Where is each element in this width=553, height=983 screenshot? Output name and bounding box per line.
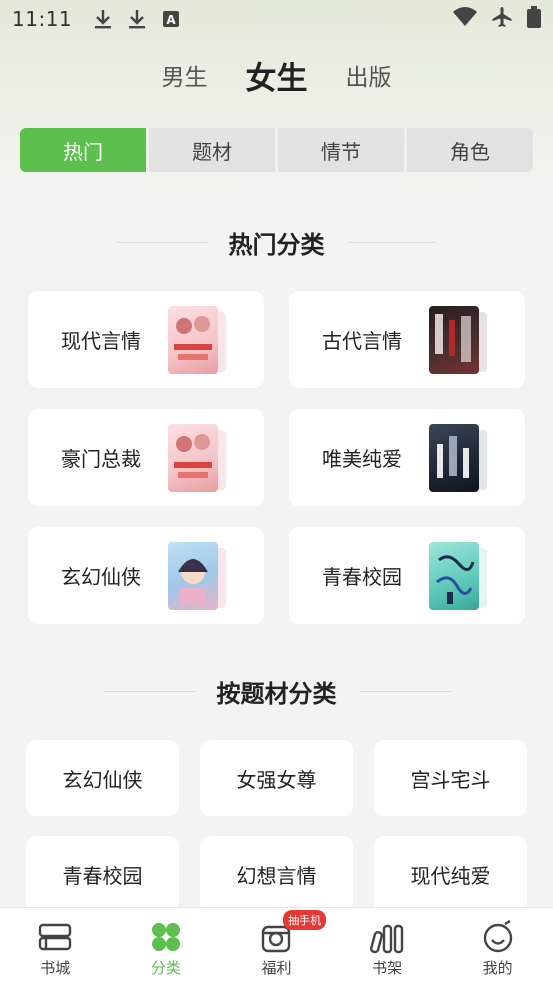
nav-bookstore[interactable]: 书城 — [0, 908, 111, 983]
hot-category-card[interactable]: 现代言情 — [28, 291, 264, 388]
nav-category-label: 分类 — [150, 959, 181, 977]
svg-text:A: A — [166, 13, 176, 27]
hot-category-label: 豪门总裁 — [61, 447, 141, 471]
status-time: 11:11 — [12, 7, 73, 31]
hot-category-label: 现代言情 — [61, 329, 141, 353]
tab-role[interactable]: 角色 — [407, 128, 533, 172]
hot-category-label: 唯美纯爱 — [322, 447, 402, 471]
nav-gift-label: 福利 — [261, 959, 292, 977]
hot-section-title: 热门分类 — [0, 222, 553, 262]
hot-category-card[interactable]: 玄幻仙侠 — [28, 527, 264, 624]
divider — [346, 241, 437, 243]
divider — [102, 690, 195, 692]
gender-tabs: 男生 女生 出版 — [0, 50, 553, 100]
tab-hot[interactable]: 热门 — [20, 128, 146, 172]
book-cover — [429, 306, 491, 374]
font-a-icon: A — [158, 6, 184, 32]
nav-bookshelf[interactable]: 书架 — [332, 908, 443, 983]
hot-section-title-text: 热门分类 — [228, 230, 325, 259]
book-cover — [168, 424, 230, 492]
book-cover — [429, 542, 491, 610]
nav-profile[interactable]: 我的 — [442, 908, 553, 983]
book-cover — [168, 306, 230, 374]
battery-icon — [527, 5, 541, 33]
nav-category[interactable]: 分类 — [111, 908, 222, 983]
topic-category-card[interactable]: 宫斗宅斗 — [374, 740, 527, 816]
download-icon — [124, 6, 150, 32]
wifi-icon — [453, 6, 477, 32]
book-cover — [429, 424, 491, 492]
sub-tabs: 热门 题材 情节 角色 — [20, 128, 533, 172]
hot-category-card[interactable]: 唯美纯爱 — [289, 409, 525, 506]
tab-male[interactable]: 男生 — [162, 58, 208, 92]
bottom-nav: 书城 分类 抽手机 福利 书架 我的 — [0, 907, 553, 983]
hot-category-card[interactable]: 青春校园 — [289, 527, 525, 624]
hot-category-label: 青春校园 — [322, 565, 402, 589]
hot-category-card[interactable]: 豪门总裁 — [28, 409, 264, 506]
topic-category-card[interactable]: 青春校园 — [26, 836, 179, 912]
hot-category-card[interactable]: 古代言情 — [289, 291, 525, 388]
hot-category-label: 玄幻仙侠 — [61, 565, 141, 589]
topic-section-title-text: 按题材分类 — [216, 679, 337, 708]
hot-category-label: 古代言情 — [322, 329, 402, 353]
divider — [358, 690, 451, 692]
airplane-icon — [491, 6, 513, 33]
tab-publish[interactable]: 出版 — [346, 58, 392, 92]
promo-badge: 抽手机 — [283, 910, 327, 930]
topic-category-card[interactable]: 幻想言情 — [200, 836, 353, 912]
profile-icon — [483, 920, 512, 953]
category-icon — [151, 923, 180, 951]
topic-category-card[interactable]: 玄幻仙侠 — [26, 740, 179, 816]
topic-category-card[interactable]: 女强女尊 — [200, 740, 353, 816]
tab-female[interactable]: 女生 — [246, 53, 308, 98]
nav-gift[interactable]: 抽手机 福利 — [221, 908, 332, 983]
tab-topic[interactable]: 题材 — [149, 128, 275, 172]
tab-plot[interactable]: 情节 — [278, 128, 404, 172]
download-icon — [90, 6, 116, 32]
nav-bookshelf-label: 书架 — [372, 959, 403, 977]
status-bar: 11:11 A — [0, 0, 553, 38]
book-cover — [168, 542, 230, 610]
divider — [116, 241, 207, 243]
bookshelf-icon — [370, 924, 404, 954]
topic-section-title: 按题材分类 — [0, 671, 553, 711]
bookstore-icon — [39, 923, 72, 951]
nav-bookstore-label: 书城 — [40, 959, 71, 977]
topic-category-card[interactable]: 现代纯爱 — [374, 836, 527, 912]
nav-profile-label: 我的 — [482, 959, 513, 977]
